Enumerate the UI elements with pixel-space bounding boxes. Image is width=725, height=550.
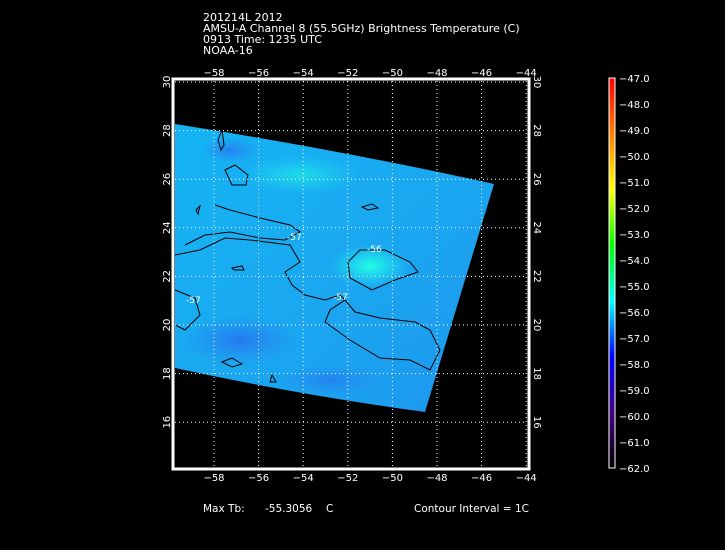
contour-label: -57 xyxy=(287,233,302,243)
colorbar-tick-label: −59.0 xyxy=(619,386,650,397)
map-plot: -56 -57 -57 -57 −58 −58 −56 −56 −54 −54 −52 −52… xyxy=(162,68,650,484)
y-tick-label-right: 24 xyxy=(531,221,542,234)
colorbar-tick-label: −55.0 xyxy=(619,282,650,293)
contour-label: -56 xyxy=(367,245,382,255)
x-tick-label-top: −48 xyxy=(426,68,447,79)
colorbar: −47.0 −48.0 −49.0 −50.0 −51.0 −52.0 −53.0 −54.0… xyxy=(608,74,650,475)
max-tb-unit: C xyxy=(326,503,334,515)
colorbar-tick-label: −53.0 xyxy=(619,230,650,241)
y-tick-label-right: 28 xyxy=(531,124,542,137)
y-tick-label-right: 22 xyxy=(531,270,542,283)
y-tick-label-right: 18 xyxy=(531,367,542,380)
colorbar-tick-label: −49.0 xyxy=(619,126,650,137)
y-tick-label-left: 22 xyxy=(162,270,173,283)
x-tick-label-bottom: −44 xyxy=(516,473,537,484)
y-tick-label-left: 24 xyxy=(162,221,173,234)
colorbar-tick-label: −58.0 xyxy=(619,360,650,371)
colorbar-tick-label: −48.0 xyxy=(619,100,650,111)
y-tick-label-right: 16 xyxy=(531,416,542,429)
contour-label: -57 xyxy=(186,296,201,306)
x-tick-label-bottom: −58 xyxy=(203,473,224,484)
y-tick-label-right: 26 xyxy=(531,173,542,186)
colorbar-tick-label: −51.0 xyxy=(619,178,650,189)
y-tick-label-left: 28 xyxy=(162,124,173,137)
colorbar-tick-label: −61.0 xyxy=(619,438,650,449)
y-tick-label-left: 26 xyxy=(162,173,173,186)
x-tick-label-top: −58 xyxy=(203,68,224,79)
x-tick-label-bottom: −50 xyxy=(382,473,403,484)
x-tick-label-bottom: −54 xyxy=(293,473,314,484)
contour-interval: Contour Interval = 1C xyxy=(414,503,529,515)
colorbar-tick-label: −50.0 xyxy=(619,152,650,163)
x-tick-label-top: −52 xyxy=(337,68,358,79)
y-tick-label-right: 20 xyxy=(531,319,542,332)
colorbar-tick-label: −60.0 xyxy=(619,412,650,423)
x-tick-label-top: −54 xyxy=(293,68,314,79)
x-tick-label-top: −46 xyxy=(471,68,492,79)
data-swath xyxy=(175,124,494,412)
max-tb-label: Max Tb: xyxy=(203,503,245,515)
y-tick-label-left: 18 xyxy=(162,367,173,380)
colorbar-tick-label: −52.0 xyxy=(619,204,650,215)
colorbar-gradient xyxy=(608,77,616,469)
colorbar-tick-label: −62.0 xyxy=(619,464,650,475)
x-tick-label-bottom: −46 xyxy=(471,473,492,484)
colorbar-tick-label: −54.0 xyxy=(619,256,650,267)
contour-label: -57 xyxy=(333,293,348,303)
x-tick-label-top: −56 xyxy=(248,68,269,79)
x-tick-label-bottom: −52 xyxy=(337,473,358,484)
y-tick-label-right: 30 xyxy=(531,76,542,89)
max-tb-value: -55.3056 xyxy=(265,503,313,515)
y-tick-label-left: 30 xyxy=(162,76,173,89)
colorbar-tick-label: −56.0 xyxy=(619,308,650,319)
plot-window: 201214L 2012 AMSU-A Channel 8 (55.5GHz) … xyxy=(0,0,725,550)
x-tick-label-bottom: −56 xyxy=(248,473,269,484)
colorbar-tick-label: −47.0 xyxy=(619,74,650,85)
y-tick-label-left: 20 xyxy=(162,319,173,332)
x-tick-label-bottom: −48 xyxy=(426,473,447,484)
y-tick-label-left: 16 xyxy=(162,416,173,429)
x-tick-label-top: −50 xyxy=(382,68,403,79)
colorbar-tick-label: −57.0 xyxy=(619,334,650,345)
